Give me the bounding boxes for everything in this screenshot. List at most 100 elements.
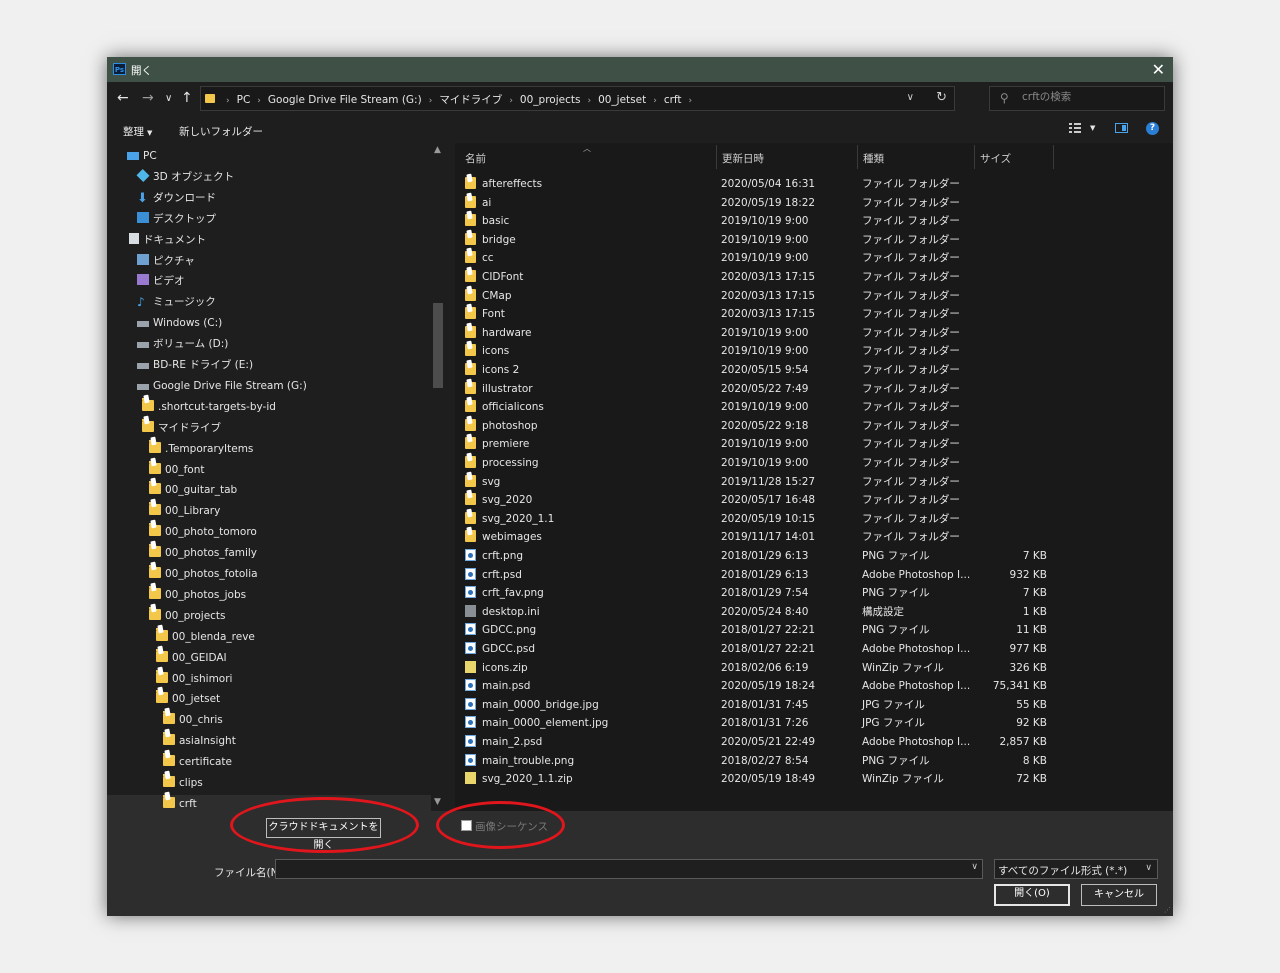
tree-item[interactable]: 00_font: [149, 460, 205, 480]
file-row[interactable]: photoshop 2020/05/22 9:18 ファイル フォルダー: [455, 417, 1055, 435]
breadcrumb-item[interactable]: PC: [237, 94, 251, 106]
tree-scrollbar[interactable]: ▲ ▼: [431, 143, 447, 811]
tree-item[interactable]: 00_photos_fotolia: [149, 565, 258, 584]
file-row[interactable]: svg_2020_1.1 2020/05/19 10:15 ファイル フォルダー: [455, 510, 1055, 528]
tree-item[interactable]: 00_Library: [149, 502, 220, 521]
tree-item[interactable]: 00_guitar_tab: [149, 481, 237, 500]
file-row[interactable]: main_0000_bridge.jpg 2018/01/31 7:45 JPG フ…: [455, 696, 1055, 714]
file-row[interactable]: svg 2019/11/28 15:27 ファイル フォルダー: [455, 473, 1055, 491]
file-row[interactable]: main_2.psd 2020/05/21 22:49 Adobe Photosho…: [455, 733, 1055, 751]
title-bar[interactable]: Ps 開く ✕: [107, 57, 1173, 82]
breadcrumb-separator-icon[interactable]: ›: [580, 96, 598, 106]
forward-arrow-icon[interactable]: →: [142, 90, 154, 106]
tree-item[interactable]: ♪ ミュージック: [137, 293, 216, 312]
file-row[interactable]: CMap 2020/03/13 17:15 ファイル フォルダー: [455, 287, 1055, 305]
file-row[interactable]: illustrator 2020/05/22 7:49 ファイル フォルダー: [455, 380, 1055, 398]
search-input[interactable]: [1022, 91, 1157, 103]
file-row[interactable]: officialicons 2019/10/19 9:00 ファイル フォルダー: [455, 398, 1055, 416]
recent-locations-chevron-icon[interactable]: ∨: [165, 93, 172, 104]
tree-item[interactable]: 00_GEIDAI: [156, 648, 227, 668]
column-divider[interactable]: [857, 145, 858, 169]
tree-item[interactable]: BD-RE ドライブ (E:): [137, 356, 253, 375]
breadcrumb-item[interactable]: Google Drive File Stream (G:): [268, 94, 422, 106]
breadcrumb-separator-icon[interactable]: ›: [422, 96, 440, 106]
tree-item[interactable]: ⬇ ダウンロード: [137, 189, 216, 208]
tree-item[interactable]: 00_photos_jobs: [149, 585, 246, 605]
file-row[interactable]: crft.png 2018/01/29 6:13 PNG ファイル 7 KB: [455, 547, 1055, 565]
open-cloud-document-button[interactable]: クラウドドキュメントを開く: [266, 818, 381, 851]
resize-grip-icon[interactable]: ⋰: [1164, 906, 1171, 914]
file-row[interactable]: svg_2020_1.1.zip 2020/05/19 18:49 WinZip フ…: [455, 770, 1055, 788]
tree-item[interactable]: 00_blenda_reve: [156, 627, 255, 647]
column-header-type[interactable]: 種類: [863, 151, 884, 166]
view-dropdown-chevron-icon[interactable]: ▼: [1090, 124, 1095, 132]
column-divider[interactable]: [974, 145, 975, 169]
breadcrumb-item[interactable]: マイドライブ: [439, 94, 502, 106]
tree-item[interactable]: ボリューム (D:): [137, 335, 228, 354]
tree-item[interactable]: .TemporaryItems: [149, 439, 253, 459]
breadcrumb-separator-icon[interactable]: ›: [646, 96, 664, 106]
file-row[interactable]: desktop.ini 2020/05/24 8:40 構成設定 1 KB: [455, 603, 1055, 621]
file-row[interactable]: webimages 2019/11/17 14:01 ファイル フォルダー: [455, 528, 1055, 546]
up-arrow-icon[interactable]: ↑: [181, 90, 193, 106]
breadcrumb-item[interactable]: 00_jetset: [598, 94, 646, 106]
tree-item[interactable]: certificate: [163, 753, 232, 772]
image-sequence-checkbox[interactable]: [461, 820, 472, 831]
breadcrumb-separator-icon[interactable]: ›: [250, 96, 268, 106]
breadcrumb-separator-icon[interactable]: ›: [502, 96, 520, 106]
column-header-size[interactable]: サイズ: [980, 151, 1011, 166]
file-row[interactable]: hardware 2019/10/19 9:00 ファイル フォルダー: [455, 324, 1055, 342]
file-row[interactable]: premiere 2019/10/19 9:00 ファイル フォルダー: [455, 435, 1055, 453]
preview-pane-icon[interactable]: [1115, 123, 1128, 133]
scroll-down-icon[interactable]: ▼: [434, 797, 441, 807]
column-divider[interactable]: [716, 145, 717, 169]
file-row[interactable]: svg_2020 2020/05/17 16:48 ファイル フォルダー: [455, 491, 1055, 509]
refresh-icon[interactable]: ↻: [936, 90, 947, 105]
file-row[interactable]: basic 2019/10/19 9:00 ファイル フォルダー: [455, 212, 1055, 230]
scroll-up-icon[interactable]: ▲: [434, 145, 441, 155]
column-header-date[interactable]: 更新日時: [722, 151, 764, 166]
view-options-icon[interactable]: [1069, 122, 1081, 134]
address-dropdown-chevron-icon[interactable]: ∨: [907, 92, 914, 103]
tree-item[interactable]: デスクトップ: [137, 210, 216, 229]
open-button[interactable]: 開く(O): [994, 884, 1070, 906]
file-row[interactable]: icons.zip 2018/02/06 6:19 WinZip ファイル 326 K…: [455, 659, 1055, 677]
tree-item[interactable]: 00_photo_tomoro: [149, 523, 257, 542]
file-row[interactable]: icons 2019/10/19 9:00 ファイル フォルダー: [455, 342, 1055, 360]
breadcrumb-item[interactable]: crft: [664, 94, 682, 106]
tree-item[interactable]: 00_photos_family: [149, 544, 257, 563]
file-row[interactable]: processing 2019/10/19 9:00 ファイル フォルダー: [455, 454, 1055, 472]
file-row[interactable]: icons 2 2020/05/15 9:54 ファイル フォルダー: [455, 361, 1055, 379]
tree-item[interactable]: asiaInsight: [163, 732, 236, 751]
tree-item[interactable]: 00_ishimori: [156, 669, 232, 689]
file-row[interactable]: main_trouble.png 2018/02/27 8:54 PNG ファイル 8…: [455, 752, 1055, 770]
file-row[interactable]: aftereffects 2020/05/04 16:31 ファイル フォルダー: [455, 175, 1055, 193]
scrollbar-thumb[interactable]: [433, 303, 443, 388]
tree-item[interactable]: マイドライブ: [142, 418, 221, 438]
file-row[interactable]: ai 2020/05/19 18:22 ファイル フォルダー: [455, 194, 1055, 212]
file-row[interactable]: main_0000_element.jpg 2018/01/31 7:26 JPG …: [455, 714, 1055, 732]
filetype-select[interactable]: すべてのファイル形式 (*.*) ∨: [994, 859, 1158, 879]
tree-item[interactable]: PC: [127, 147, 157, 166]
tree-item[interactable]: 00_projects: [149, 606, 226, 626]
tree-item[interactable]: 00_jetset: [156, 690, 220, 709]
address-bar[interactable]: › PC › Google Drive File Stream (G:) › マイドライブ…: [200, 86, 955, 111]
file-row[interactable]: cc 2019/10/19 9:00 ファイル フォルダー: [455, 249, 1055, 267]
tree-item[interactable]: ピクチャ: [137, 252, 195, 271]
file-row[interactable]: crft.psd 2018/01/29 6:13 Adobe Photoshop I…: [455, 566, 1055, 584]
file-row[interactable]: bridge 2019/10/19 9:00 ファイル フォルダー: [455, 231, 1055, 249]
filename-field[interactable]: ∨: [275, 859, 983, 879]
file-row[interactable]: crft_fav.png 2018/01/29 7:54 PNG ファイル 7 KB: [455, 584, 1055, 602]
file-row[interactable]: main.psd 2020/05/19 18:24 Adobe Photoshop …: [455, 677, 1055, 695]
close-icon[interactable]: ✕: [1152, 60, 1165, 79]
search-box[interactable]: ⚲: [989, 86, 1165, 111]
breadcrumb-item[interactable]: 00_projects: [520, 94, 581, 106]
organize-menu-button[interactable]: 整理 ▼: [123, 124, 152, 139]
cancel-button[interactable]: キャンセル: [1081, 884, 1157, 906]
column-divider[interactable]: [1053, 145, 1054, 169]
tree-item[interactable]: clips: [163, 774, 203, 793]
tree-item[interactable]: ドキュメント: [129, 231, 206, 250]
filename-dropdown-chevron-icon[interactable]: ∨: [971, 862, 978, 872]
help-icon[interactable]: ?: [1146, 122, 1159, 135]
tree-item[interactable]: 00_chris: [163, 711, 223, 730]
